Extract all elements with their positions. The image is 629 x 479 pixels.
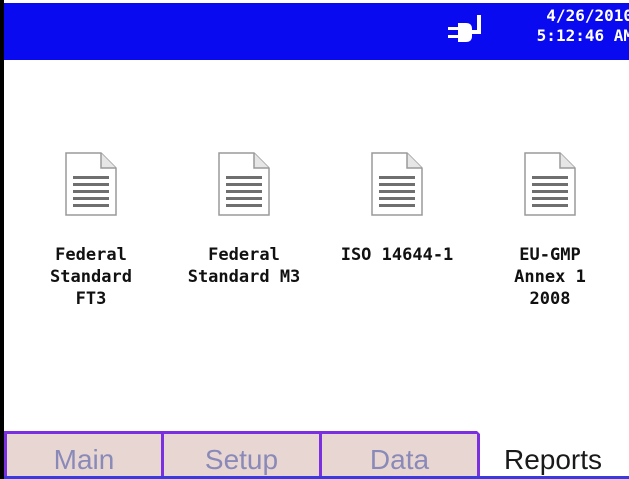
report-iso-14644-1[interactable]: ISO 14644-1 (322, 152, 472, 266)
report-label-line: Federal (208, 245, 280, 265)
reports-screen: 4/26/2010 5:12:46 AM Federal Standard FT… (0, 0, 629, 479)
report-label-line: FT3 (75, 289, 107, 309)
report-label-line: Standard M3 (187, 267, 301, 287)
status-bar: 4/26/2010 5:12:46 AM (4, 3, 629, 60)
report-label-line: EU-GMP (519, 245, 581, 265)
report-federal-standard-m3[interactable]: Federal Standard M3 (169, 152, 319, 288)
document-icon (65, 152, 117, 216)
document-icon (524, 152, 576, 216)
report-label: Federal Standard FT3 (16, 244, 166, 310)
report-label-line: Standard (50, 267, 132, 287)
report-label: ISO 14644-1 (322, 244, 472, 266)
report-label-line: Federal (55, 245, 127, 265)
report-label-line: Annex 1 (514, 267, 586, 287)
report-label-line: 2008 (529, 289, 571, 309)
tab-main[interactable]: Main (4, 431, 164, 479)
report-label: Federal Standard M3 (169, 244, 319, 288)
reports-grid: Federal Standard FT3 Federal Standard M3… (4, 60, 629, 430)
clock: 4/26/2010 5:12:46 AM (504, 6, 629, 46)
report-label-line: ISO 14644-1 (340, 245, 454, 265)
report-label: EU-GMP Annex 1 2008 (475, 244, 625, 310)
tab-reports[interactable]: Reports (477, 431, 629, 479)
plug-icon[interactable] (446, 9, 490, 53)
time-text: 5:12:46 AM (536, 26, 629, 45)
tab-bar: Main Setup Data Reports (4, 431, 629, 479)
report-eu-gmp-annex-1-2008[interactable]: EU-GMP Annex 1 2008 (475, 152, 625, 310)
document-icon (218, 152, 270, 216)
document-icon (371, 152, 423, 216)
report-federal-standard-ft3[interactable]: Federal Standard FT3 (16, 152, 166, 310)
tab-data[interactable]: Data (319, 431, 480, 479)
tab-setup[interactable]: Setup (161, 431, 322, 479)
date-text: 4/26/2010 (546, 6, 629, 25)
